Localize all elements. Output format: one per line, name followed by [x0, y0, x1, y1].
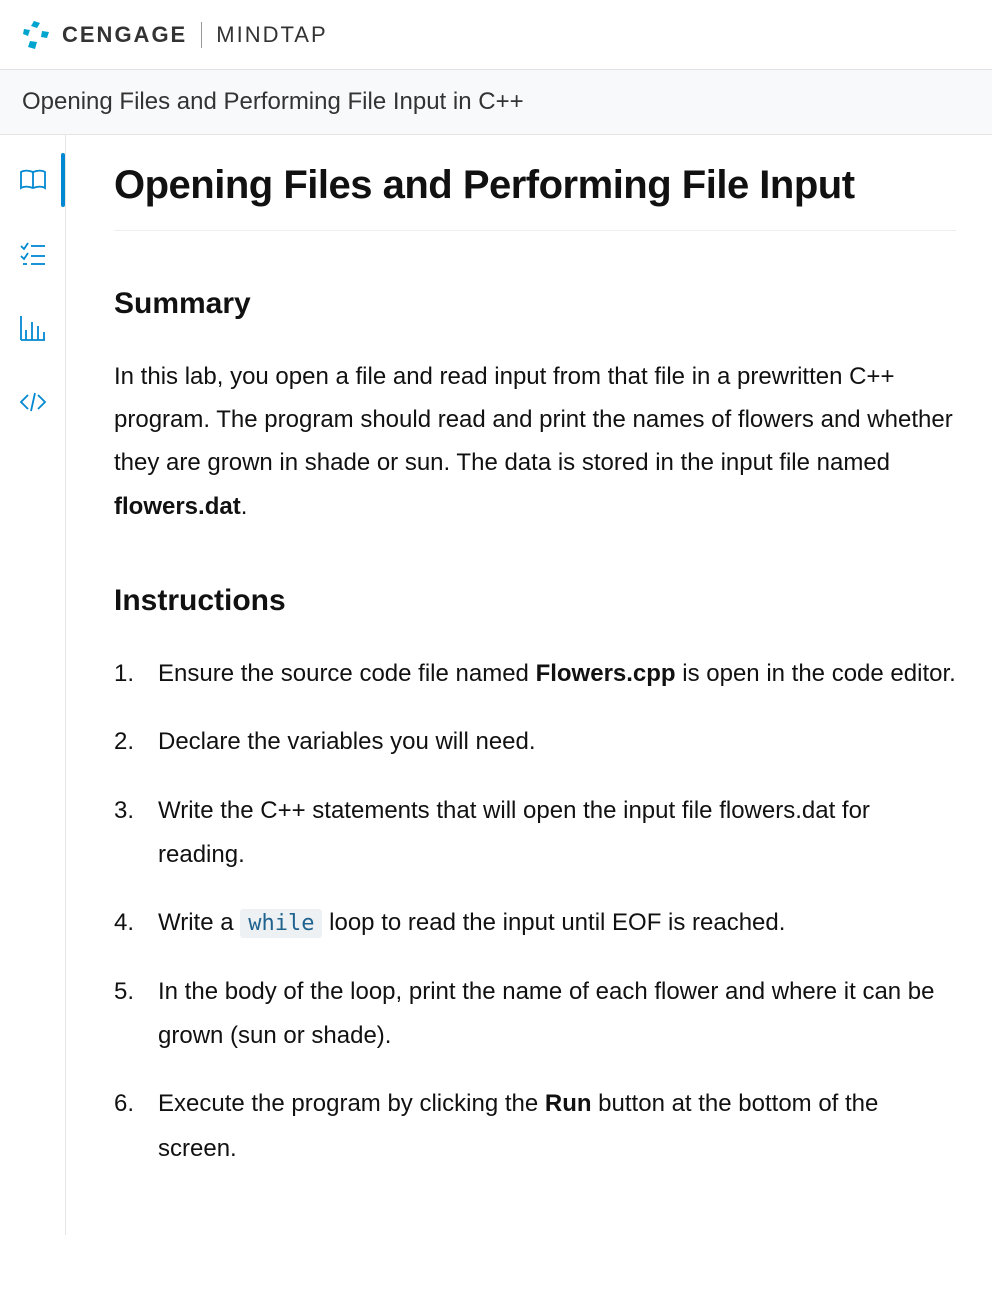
summary-text-post: . — [241, 493, 248, 520]
instructions-list: Ensure the source code file named Flower… — [114, 652, 956, 1172]
step-text: Declare the variables you will need. — [158, 728, 536, 755]
step-text: Execute the program by clicking the — [158, 1090, 545, 1117]
instruction-step: Write the C++ statements that will open … — [114, 789, 956, 878]
instructions-heading: Instructions — [114, 584, 956, 618]
step-text: is open in the code editor. — [676, 660, 956, 687]
summary-heading: Summary — [114, 287, 956, 321]
instruction-step: Write a while loop to read the input unt… — [114, 901, 956, 945]
product-name: MINDTAP — [216, 22, 327, 48]
step-text: Write a — [158, 909, 240, 936]
inline-code: while — [240, 909, 322, 938]
sidebar — [0, 135, 66, 1235]
step-text: loop to read the input until EOF is reac… — [322, 909, 785, 936]
book-icon — [17, 164, 49, 196]
summary-text-pre: In this lab, you open a file and read in… — [114, 363, 953, 476]
step-filename: Flowers.cpp — [536, 660, 676, 687]
instruction-step: In the body of the loop, print the name … — [114, 970, 956, 1059]
instruction-step: Execute the program by clicking the Run … — [114, 1082, 956, 1171]
bar-chart-icon — [17, 312, 49, 344]
step-text: Write the C++ statements that will open … — [158, 797, 870, 868]
checklist-icon — [17, 238, 49, 270]
step-text: Ensure the source code file named — [158, 660, 536, 687]
sidebar-item-analytics[interactable] — [0, 291, 65, 365]
code-icon — [17, 386, 49, 418]
breadcrumb: Opening Files and Performing File Input … — [0, 70, 992, 135]
summary-filename: flowers.dat — [114, 493, 241, 520]
brand-divider — [201, 22, 202, 48]
instruction-step: Ensure the source code file named Flower… — [114, 652, 956, 696]
run-button-label: Run — [545, 1090, 592, 1117]
instruction-step: Declare the variables you will need. — [114, 720, 956, 764]
app-header: CENGAGE MINDTAP — [0, 0, 992, 70]
summary-paragraph: In this lab, you open a file and read in… — [114, 355, 956, 528]
sidebar-item-reading[interactable] — [0, 143, 65, 217]
page-title: Opening Files and Performing File Input — [114, 135, 956, 231]
sidebar-item-code[interactable] — [0, 365, 65, 439]
breadcrumb-text: Opening Files and Performing File Input … — [22, 88, 524, 115]
body-wrap: Opening Files and Performing File Input … — [0, 135, 992, 1235]
cengage-logo-icon — [20, 19, 52, 51]
main-content: Opening Files and Performing File Input … — [66, 135, 992, 1235]
brand-name: CENGAGE — [62, 22, 187, 48]
step-text: In the body of the loop, print the name … — [158, 978, 935, 1049]
sidebar-item-tasks[interactable] — [0, 217, 65, 291]
